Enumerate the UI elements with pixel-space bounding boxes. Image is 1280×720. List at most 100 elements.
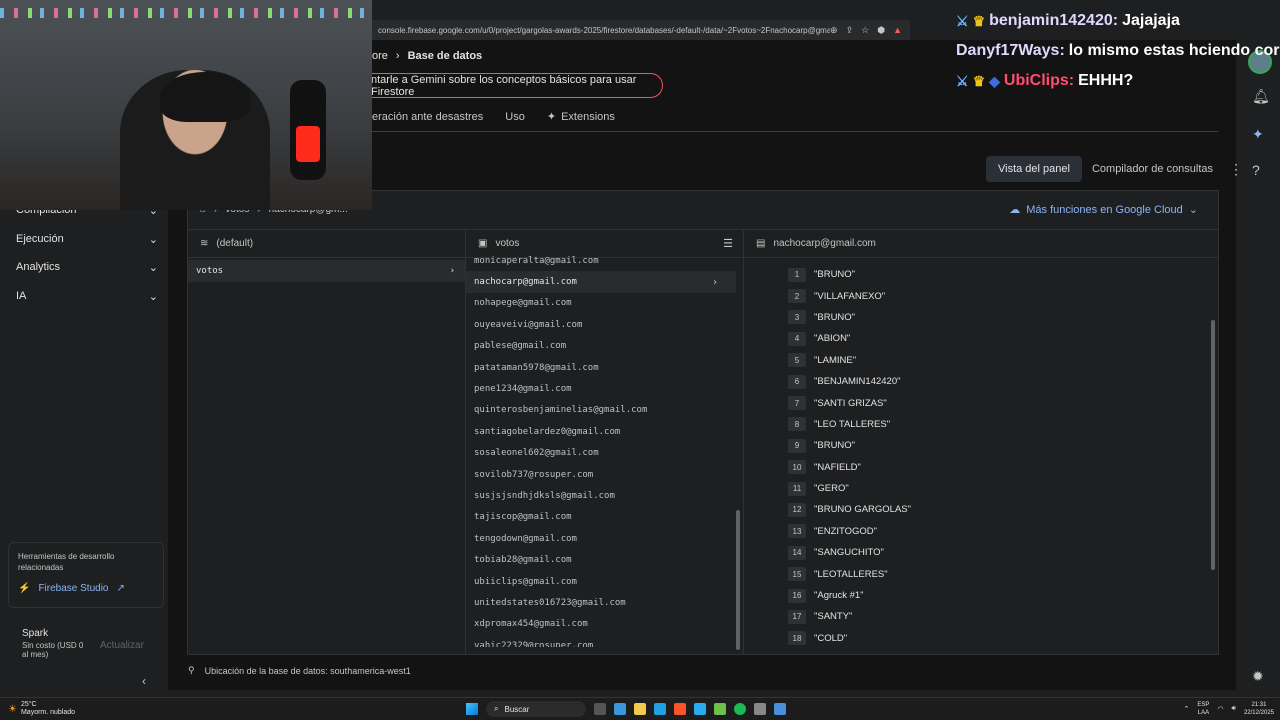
- vscode-icon[interactable]: [774, 703, 786, 715]
- document-row[interactable]: patataman5978@gmail.com: [466, 357, 736, 378]
- chevron-down-icon: ⌄: [148, 291, 158, 303]
- share-icon[interactable]: ⇪: [846, 25, 854, 36]
- collection-item[interactable]: votos ›: [188, 260, 465, 282]
- documents-scrollbar[interactable]: [736, 510, 740, 650]
- windows-start-icon[interactable]: [466, 703, 478, 715]
- array-field-row[interactable]: 17 "SANTY": [788, 606, 1168, 627]
- telegram-icon[interactable]: [694, 703, 706, 715]
- document-row[interactable]: nachocarp@gmail.com ›: [466, 271, 736, 293]
- brave-icon[interactable]: [674, 703, 686, 715]
- wifi-icon[interactable]: ◠: [1217, 705, 1223, 713]
- document-row[interactable]: susjsjsndhjdksls@gmail.com: [466, 485, 736, 506]
- app-icon[interactable]: [754, 703, 766, 715]
- taskbar-search[interactable]: ⌕ Buscar: [486, 701, 586, 717]
- document-row[interactable]: tengodown@gmail.com: [466, 528, 736, 549]
- array-field-row[interactable]: 1 "BRUNO": [788, 264, 1168, 285]
- tab-extensions[interactable]: ✦ Extensions: [547, 110, 615, 124]
- array-index: 8: [788, 417, 806, 432]
- task-view-icon[interactable]: [594, 703, 606, 715]
- array-field-row[interactable]: 3 "BRUNO": [788, 307, 1168, 328]
- google-cloud-link[interactable]: ☁ Más funciones en Google Cloud ⌄: [1009, 203, 1198, 217]
- document-row[interactable]: sosaleonel602@gmail.com: [466, 443, 736, 464]
- filter-icon[interactable]: ☰: [723, 237, 733, 250]
- settings-icon[interactable]: ✹: [1252, 668, 1264, 685]
- array-field-row[interactable]: 7 "SANTI GRIZAS": [788, 392, 1168, 413]
- breadcrumb-prefix[interactable]: ore: [372, 50, 388, 62]
- help-icon[interactable]: ?: [1252, 162, 1260, 178]
- array-field-row[interactable]: 11 "GERO": [788, 478, 1168, 499]
- language-indicator[interactable]: ESP LAA: [1197, 701, 1209, 717]
- upgrade-button[interactable]: Actualizar: [100, 640, 144, 651]
- gemini-spark-icon[interactable]: ✦: [1252, 126, 1264, 143]
- fields-scrollbar[interactable]: [1211, 320, 1215, 570]
- google-cloud-label: Más funciones en Google Cloud: [1026, 203, 1183, 216]
- chat-text: Jajajaja: [1122, 12, 1180, 29]
- plan-description: Sin costo (USD 0 al mes): [22, 641, 84, 659]
- sidebar-item-ai[interactable]: IA ⌄: [16, 290, 158, 303]
- array-field-row[interactable]: 15 "LEOTALLERES": [788, 563, 1168, 584]
- query-builder-button[interactable]: Compilador de consultas: [1092, 163, 1213, 175]
- url-text[interactable]: console.firebase.google.com/u/0/project/…: [378, 26, 830, 35]
- array-index: 7: [788, 396, 806, 411]
- document-row[interactable]: xdpromax454@gmail.com: [466, 614, 736, 635]
- chevron-up-icon[interactable]: ⌃: [1184, 705, 1190, 713]
- document-row[interactable]: santiagobelardez0@gmail.com: [466, 421, 736, 442]
- array-field-row[interactable]: 8 "LEO TALLERES": [788, 414, 1168, 435]
- right-rail: 🔔︎ ✦ ? ✹: [1240, 40, 1280, 690]
- spotify-icon[interactable]: [734, 703, 746, 715]
- array-field-row[interactable]: 14 "SANGUCHITO": [788, 542, 1168, 563]
- document-row[interactable]: monicaperalta@gmail.com: [466, 250, 736, 271]
- zoom-icon[interactable]: ⊕: [830, 25, 838, 36]
- volume-icon[interactable]: 🔊︎: [1232, 705, 1236, 713]
- array-field-row[interactable]: 16 "Agruck #1": [788, 585, 1168, 606]
- crown-badge-icon: ♛: [972, 13, 986, 29]
- collection-title: votos: [495, 238, 520, 249]
- sidebar-item-analytics[interactable]: Analytics ⌄: [16, 261, 158, 274]
- array-value: "NAFIELD": [814, 461, 861, 473]
- xbox-icon[interactable]: [714, 703, 726, 715]
- alert-icon[interactable]: ▲: [893, 25, 902, 36]
- panel-view-button[interactable]: Vista del panel: [986, 156, 1082, 182]
- document-row[interactable]: tajiscop@gmail.com: [466, 507, 736, 528]
- browser-address-bar[interactable]: console.firebase.google.com/u/0/project/…: [370, 20, 910, 40]
- array-field-row[interactable]: 13 "ENZITOGOD": [788, 521, 1168, 542]
- firebase-studio-link[interactable]: ⚡ Firebase Studio ↗: [18, 583, 154, 594]
- array-field-row[interactable]: 4 "ABION": [788, 328, 1168, 349]
- document-row[interactable]: yahic22329@rosuper.com: [466, 635, 736, 647]
- array-field-row[interactable]: 10 "NAFIELD": [788, 457, 1168, 478]
- document-row[interactable]: sovilob737@rosuper.com: [466, 464, 736, 485]
- document-row[interactable]: pene1234@gmail.com: [466, 378, 736, 399]
- extension-icon[interactable]: ⬢: [877, 25, 885, 36]
- array-field-row[interactable]: 6 "BENJAMIN142420": [788, 371, 1168, 392]
- document-row[interactable]: unitedstates016723@gmail.com: [466, 592, 736, 613]
- weather-widget[interactable]: ☀ 25°C Mayorm. nublado: [8, 701, 75, 717]
- document-row[interactable]: ubiiclips@gmail.com: [466, 571, 736, 592]
- document-row[interactable]: nohapege@gmail.com: [466, 293, 736, 314]
- taskbar-clock[interactable]: 21:31 22/12/2025: [1244, 701, 1274, 717]
- document-row[interactable]: ouyeaveivi@gmail.com: [466, 314, 736, 335]
- array-field-row[interactable]: 12 "BRUNO GARGOLAS": [788, 499, 1168, 520]
- document-id: sovilob737@rosuper.com: [474, 469, 594, 480]
- array-field-row[interactable]: 2 "VILLAFANEXO": [788, 285, 1168, 306]
- array-field-row[interactable]: 5 "LAMINE": [788, 350, 1168, 371]
- array-field-row[interactable]: 9 "BRUNO": [788, 435, 1168, 456]
- array-value: "BRUNO": [814, 311, 856, 323]
- sidebar-item-run[interactable]: Ejecución ⌄: [16, 233, 158, 246]
- document-row[interactable]: tobiab28@gmail.com: [466, 549, 736, 570]
- file-explorer-icon[interactable]: [634, 703, 646, 715]
- document-row[interactable]: quinterosbenjaminelias@gmail.com: [466, 400, 736, 421]
- screen: console.firebase.google.com/u/0/project/…: [0, 0, 1280, 720]
- plan-name: Spark: [22, 628, 49, 639]
- gemini-prompt-button[interactable]: ntarle a Gemini sobre los conceptos bási…: [356, 73, 663, 98]
- array-field-row[interactable]: 18 "COLD": [788, 628, 1168, 649]
- star-icon[interactable]: ☆: [861, 25, 869, 36]
- document-row[interactable]: pablese@gmail.com: [466, 336, 736, 357]
- collapse-sidebar-icon[interactable]: ‹: [142, 674, 146, 688]
- tab-disaster-recovery[interactable]: eración ante desastres: [372, 111, 483, 123]
- array-value: "LAMINE": [814, 354, 857, 366]
- tab-usage[interactable]: Uso: [505, 111, 525, 123]
- widgets-icon[interactable]: [614, 703, 626, 715]
- weather-temp: 25°C: [20, 701, 37, 708]
- edge-icon[interactable]: [654, 703, 666, 715]
- database-location-text: Ubicación de la base de datos: southamer…: [204, 665, 411, 676]
